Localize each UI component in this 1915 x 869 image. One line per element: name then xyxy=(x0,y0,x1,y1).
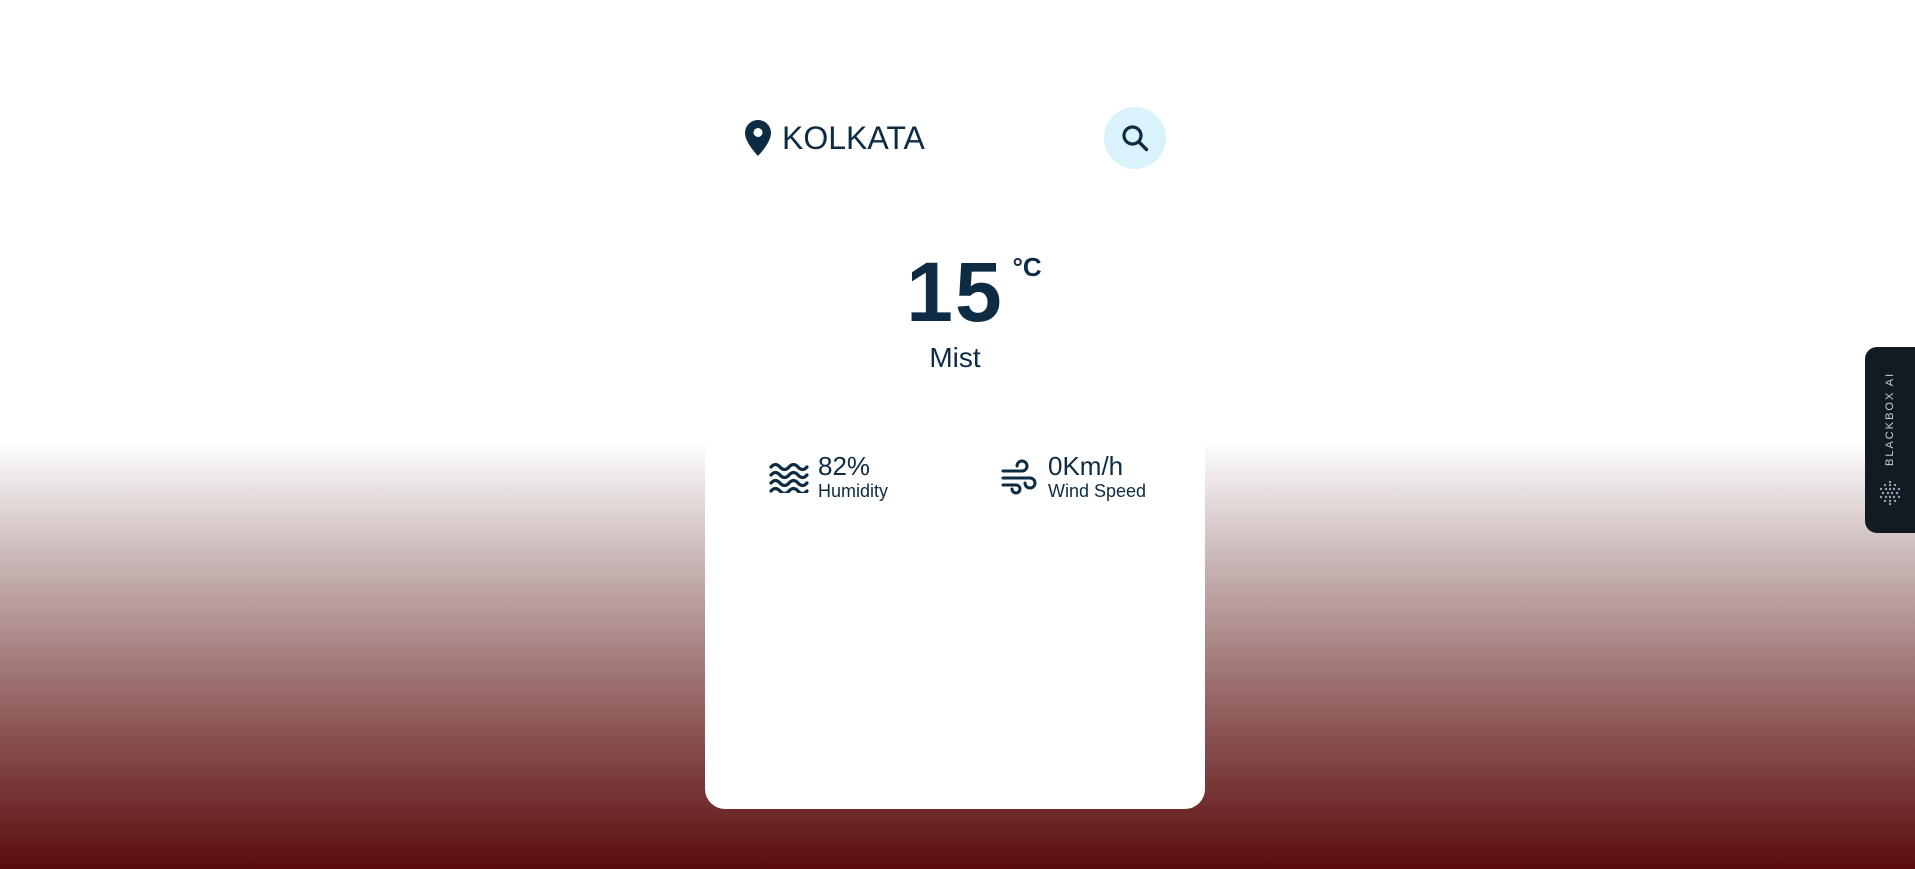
blackbox-dots-icon xyxy=(1878,480,1902,506)
wind-text: 0Km/h Wind Speed xyxy=(1048,452,1146,502)
temperature-unit: °C xyxy=(1012,252,1042,282)
waves-icon xyxy=(768,456,810,498)
blackbox-ai-widget[interactable]: BLACKBOX AI xyxy=(1865,347,1915,533)
current-weather: 15 °C Mist xyxy=(705,250,1205,374)
search-icon xyxy=(1120,123,1150,153)
temperature-value: 15 xyxy=(906,245,1004,339)
weather-condition: Mist xyxy=(929,342,981,373)
humidity-stat: 82% Humidity xyxy=(768,452,888,502)
location-pin-icon xyxy=(742,118,774,158)
wind-label: Wind Speed xyxy=(1048,480,1147,501)
search-bar xyxy=(742,107,1166,169)
humidity-text: 82% Humidity xyxy=(818,452,888,502)
temperature-display: 15 °C xyxy=(906,250,1041,334)
blackbox-ai-label: BLACKBOX AI xyxy=(1884,371,1896,467)
humidity-value: 82% xyxy=(818,451,871,481)
humidity-label: Humidity xyxy=(818,480,889,501)
search-button[interactable] xyxy=(1104,107,1166,169)
city-search-input[interactable] xyxy=(782,119,1082,157)
wind-icon xyxy=(998,456,1040,498)
wind-stat: 0Km/h Wind Speed xyxy=(998,452,1146,502)
wind-value: 0Km/h xyxy=(1048,451,1124,481)
